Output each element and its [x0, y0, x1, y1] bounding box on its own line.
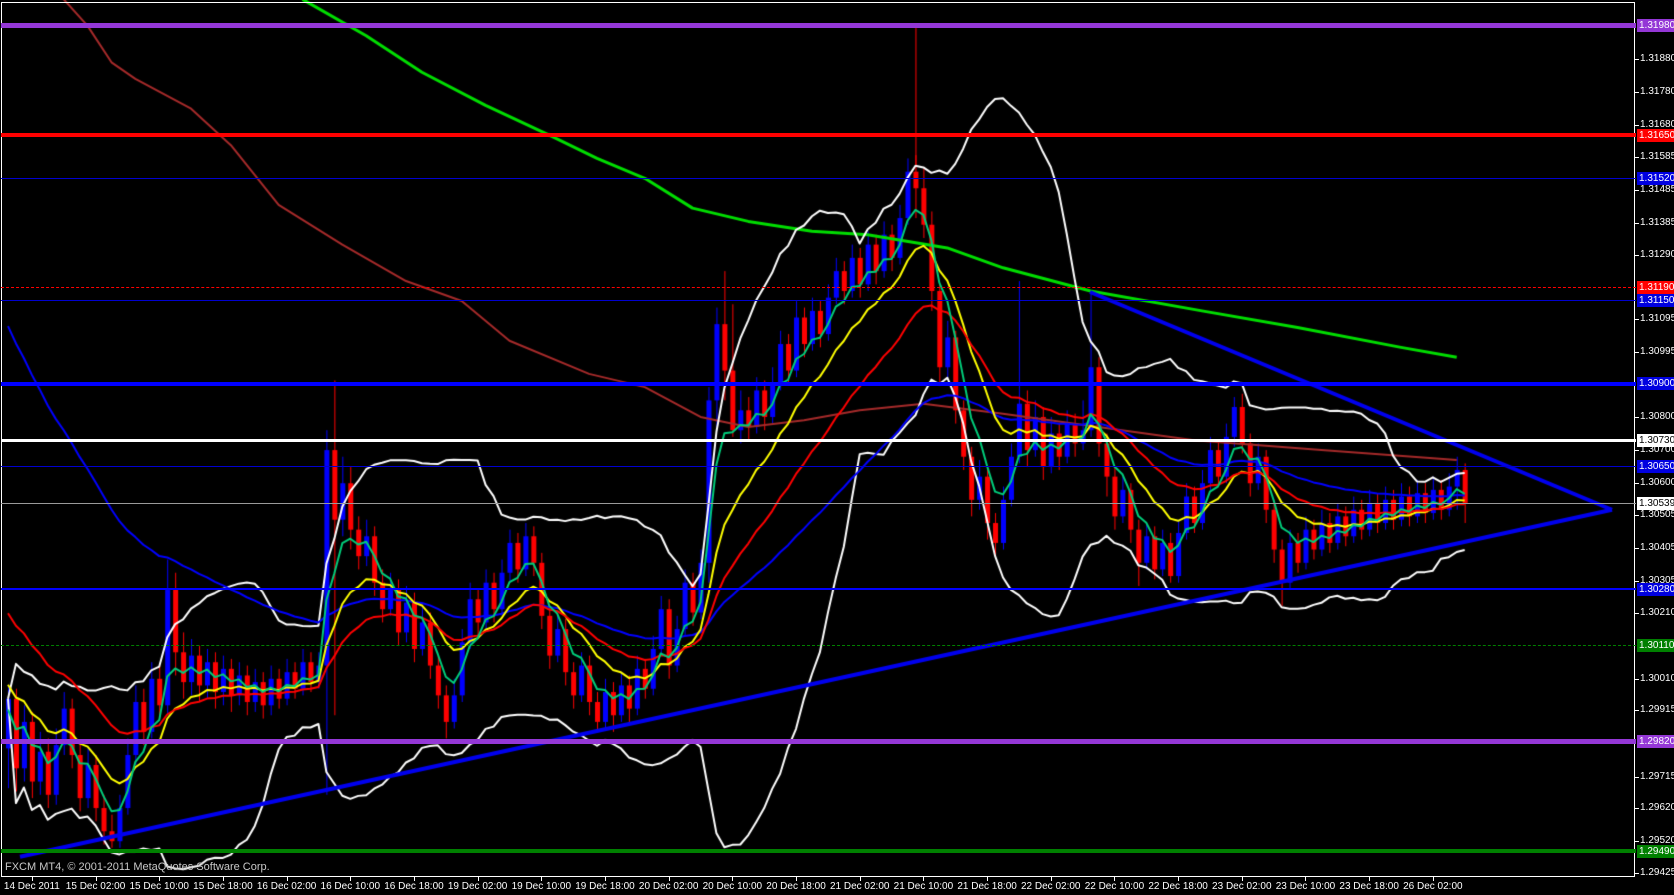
- price-tag-1.29820: 1.29820: [1637, 735, 1674, 748]
- price-tick-mark: [1635, 125, 1639, 126]
- price-tick-mark: [1635, 710, 1639, 711]
- price-tick-mark: [1635, 483, 1639, 484]
- price-tick-mark: [1635, 679, 1639, 680]
- price-tag-1.29490: 1.29490: [1637, 845, 1674, 858]
- price-tick-label: 1.31485: [1640, 184, 1674, 195]
- mt4-chart-window: 1.31980 1.31650 1.31520 1.311901.31150 1.309…: [0, 0, 1674, 895]
- price-tick-mark: [1635, 841, 1639, 842]
- hline-1.30280[interactable]: [1, 588, 1636, 590]
- hline-1.30900[interactable]: [1, 382, 1636, 386]
- time-label: 21 Dec 10:00: [894, 881, 954, 892]
- price-tick-mark: [1635, 223, 1639, 224]
- price-tick-label: 1.31880: [1640, 53, 1674, 64]
- price-tick-label: 1.29715: [1640, 771, 1674, 782]
- hline-1.31980[interactable]: [1, 23, 1636, 28]
- time-label: 26 Dec 02:00: [1403, 881, 1463, 892]
- price-tick-label: 1.31385: [1640, 217, 1674, 228]
- time-label: 22 Dec 02:00: [1021, 881, 1081, 892]
- time-label: 21 Dec 02:00: [830, 881, 890, 892]
- hline-1.30110[interactable]: [1, 645, 1636, 646]
- time-label: 19 Dec 10:00: [512, 881, 572, 892]
- time-label: 23 Dec 18:00: [1339, 881, 1399, 892]
- price-tick-mark: [1635, 450, 1639, 451]
- time-label: 15 Dec 18:00: [193, 881, 253, 892]
- price-tick-label: 1.31095: [1640, 313, 1674, 324]
- price-tick-mark: [1635, 352, 1639, 353]
- price-tag-1.30110: 1.30110: [1637, 639, 1674, 652]
- price-axis[interactable]: 1.31980 1.31650 1.31520 1.311901.31150 1.309…: [1637, 0, 1674, 877]
- hline-1.30539[interactable]: [1, 503, 1636, 504]
- time-label: 20 Dec 02:00: [639, 881, 699, 892]
- price-tick-label: 1.30405: [1640, 542, 1674, 553]
- hline-1.31190[interactable]: [1, 287, 1636, 288]
- copyright-text: FXCM MT4, © 2001-2011 MetaQuotes Softwar…: [5, 861, 270, 873]
- price-tick-mark: [1635, 190, 1639, 191]
- price-tag-1.31980: 1.31980: [1637, 19, 1674, 32]
- price-tag-1.30539: 1.30539: [1637, 497, 1674, 510]
- price-tick-mark: [1635, 417, 1639, 418]
- price-tick-label: 1.30505: [1640, 509, 1674, 520]
- price-tag-1.30650: 1.30650: [1637, 460, 1674, 473]
- hline-1.31520[interactable]: [1, 178, 1636, 179]
- price-tick-label: 1.31585: [1640, 151, 1674, 162]
- price-tick-mark: [1635, 777, 1639, 778]
- price-tag-1.30900: 1.30900: [1637, 377, 1674, 390]
- time-label: 16 Dec 18:00: [384, 881, 444, 892]
- hline-1.30730[interactable]: [1, 439, 1636, 442]
- hline-1.29490[interactable]: [1, 849, 1636, 853]
- time-label: 16 Dec 02:00: [257, 881, 317, 892]
- hline-1.30650[interactable]: [1, 466, 1636, 467]
- price-tick-label: 1.30210: [1640, 607, 1674, 618]
- price-tick-mark: [1635, 319, 1639, 320]
- price-tick-label: 1.30995: [1640, 346, 1674, 357]
- price-tick-mark: [1635, 873, 1639, 874]
- time-label: 20 Dec 18:00: [766, 881, 826, 892]
- price-tick-label: 1.30010: [1640, 673, 1674, 684]
- time-label: 19 Dec 18:00: [575, 881, 635, 892]
- time-label: 22 Dec 18:00: [1148, 881, 1208, 892]
- time-label: 14 Dec 2011: [4, 881, 60, 892]
- time-axis[interactable]: 14 Dec 2011 15 Dec 02:0015 Dec 10:00 15 De…: [0, 878, 1674, 895]
- price-tick-label: 1.31780: [1640, 86, 1674, 97]
- time-label: 15 Dec 02:00: [66, 881, 126, 892]
- time-label: 22 Dec 10:00: [1085, 881, 1145, 892]
- price-tick-label: 1.29425: [1640, 867, 1674, 878]
- price-tick-mark: [1635, 255, 1639, 256]
- price-tag-1.31150: 1.31150: [1637, 294, 1674, 307]
- time-label: 21 Dec 18:00: [957, 881, 1017, 892]
- price-tag-1.31520: 1.31520: [1637, 172, 1674, 185]
- price-tag-1.31190: 1.31190: [1637, 281, 1674, 294]
- price-tick-label: 1.30800: [1640, 411, 1674, 422]
- time-label: 20 Dec 10:00: [703, 881, 763, 892]
- time-label: 23 Dec 02:00: [1212, 881, 1272, 892]
- price-tag-1.31650: 1.31650: [1637, 129, 1674, 142]
- price-tag-1.30730: 1.30730: [1637, 434, 1674, 447]
- hline-1.31150[interactable]: [1, 300, 1636, 301]
- hline-1.29820[interactable]: [1, 739, 1636, 744]
- time-label: 15 Dec 10:00: [129, 881, 189, 892]
- time-label: 19 Dec 02:00: [448, 881, 508, 892]
- price-tick-mark: [1635, 92, 1639, 93]
- price-tick-mark: [1635, 548, 1639, 549]
- price-tick-mark: [1635, 157, 1639, 158]
- price-tag-1.30280: 1.30280: [1637, 583, 1674, 596]
- price-tick-label: 1.29915: [1640, 704, 1674, 715]
- price-tick-mark: [1635, 808, 1639, 809]
- price-tick-label: 1.29620: [1640, 802, 1674, 813]
- time-label: 23 Dec 10:00: [1276, 881, 1336, 892]
- price-tick-mark: [1635, 59, 1639, 60]
- price-tick-mark: [1635, 515, 1639, 516]
- price-tick-label: 1.31290: [1640, 249, 1674, 260]
- hline-1.31650[interactable]: [1, 133, 1636, 137]
- price-tick-label: 1.30600: [1640, 477, 1674, 488]
- time-label: 16 Dec 10:00: [321, 881, 381, 892]
- price-tick-mark: [1635, 613, 1639, 614]
